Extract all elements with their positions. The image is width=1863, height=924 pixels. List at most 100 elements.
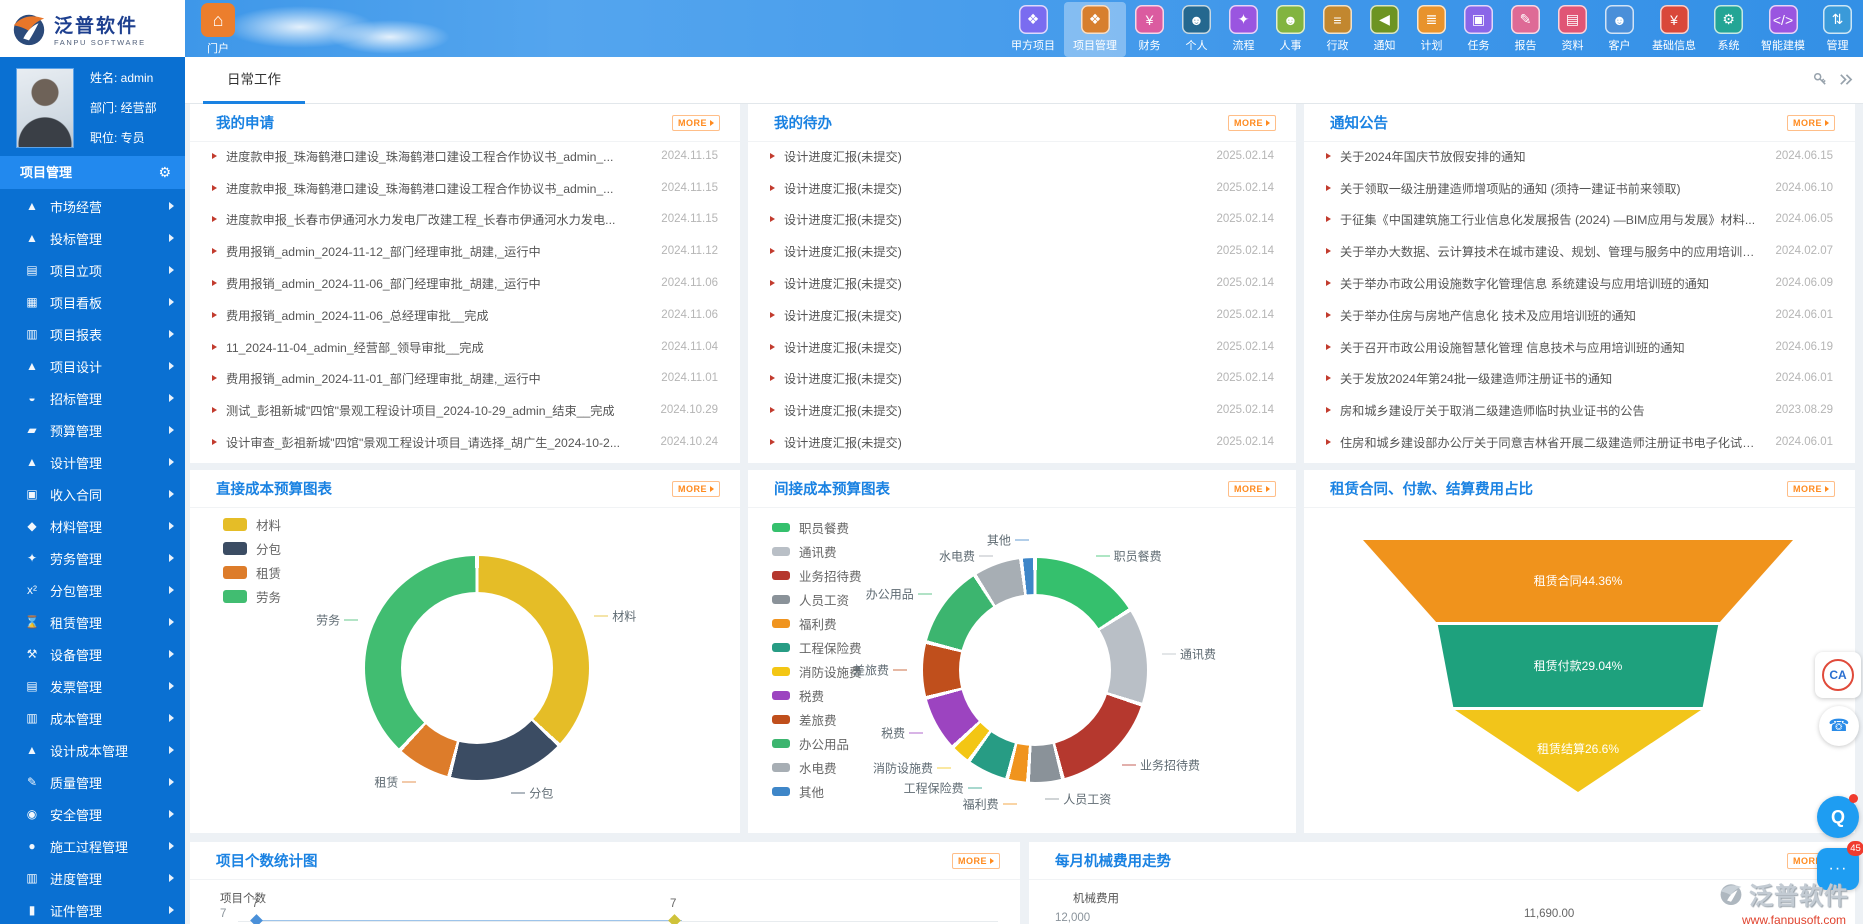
nav-item-计划[interactable]: ≣计划 bbox=[1408, 2, 1455, 57]
legend-item-其他[interactable]: 其他 bbox=[772, 782, 824, 801]
list-item[interactable]: 关于2024年国庆节放假安排的通知2024.06.15 bbox=[1320, 140, 1839, 172]
sidebar-item-市场经营[interactable]: ▲市场经营 bbox=[0, 190, 185, 222]
legend-item-通讯费[interactable]: 通讯费 bbox=[772, 542, 837, 561]
list-item[interactable]: 设计进度汇报(未提交)2025.02.14 bbox=[764, 204, 1280, 236]
nav-item-资料[interactable]: ▤资料 bbox=[1549, 2, 1596, 57]
more-button[interactable]: MORE bbox=[672, 115, 720, 131]
list-item[interactable]: 关于举办住房与房地产信息化 技术及应用培训班的通知2024.06.01 bbox=[1320, 299, 1839, 331]
more-button[interactable]: MORE bbox=[1787, 481, 1835, 497]
list-item[interactable]: 费用报销_admin_2024-11-12_部门经理审批_胡建,_运行中2024… bbox=[206, 235, 724, 267]
nav-item-任务[interactable]: ▣任务 bbox=[1455, 2, 1502, 57]
sidebar-item-项目看板[interactable]: ▦项目看板 bbox=[0, 286, 185, 318]
sidebar-item-预算管理[interactable]: ▰预算管理 bbox=[0, 414, 185, 446]
expand-icon[interactable] bbox=[1838, 72, 1853, 87]
sidebar-item-材料管理[interactable]: ◆材料管理 bbox=[0, 510, 185, 542]
nav-item-行政[interactable]: ≡行政 bbox=[1314, 2, 1361, 57]
contact-phone-button[interactable]: ☎ bbox=[1819, 706, 1859, 746]
more-button[interactable]: MORE bbox=[1228, 115, 1276, 131]
sidebar-item-招标管理[interactable]: ◒招标管理 bbox=[0, 382, 185, 414]
nav-item-流程[interactable]: ✦流程 bbox=[1220, 2, 1267, 57]
tab-daily-work[interactable]: 日常工作 bbox=[203, 57, 305, 104]
legend-item-职员餐费[interactable]: 职员餐费 bbox=[772, 518, 849, 537]
list-item[interactable]: 关于领取一级注册建造师增项贴的通知 (须持一建证书前来领取)2024.06.10 bbox=[1320, 172, 1839, 204]
sidebar-item-进度管理[interactable]: ▥进度管理 bbox=[0, 862, 185, 894]
sidebar-item-租赁管理[interactable]: ⌛租赁管理 bbox=[0, 606, 185, 638]
nav-item-甲方项目[interactable]: ❖甲方项目 bbox=[1002, 2, 1064, 57]
sidebar-item-发票管理[interactable]: ▤发票管理 bbox=[0, 670, 185, 702]
list-item[interactable]: 设计进度汇报(未提交)2025.02.14 bbox=[764, 235, 1280, 267]
list-item[interactable]: 设计进度汇报(未提交)2025.02.14 bbox=[764, 267, 1280, 299]
data-point-marker[interactable] bbox=[250, 914, 263, 924]
list-item[interactable]: 关于召开市政公用设施智慧化管理 信息技术与应用培训班的通知2024.06.19 bbox=[1320, 331, 1839, 363]
chat-service-button[interactable]: Q bbox=[1817, 796, 1859, 838]
sidebar-item-设计成本管理[interactable]: ▲设计成本管理 bbox=[0, 734, 185, 766]
key-icon[interactable] bbox=[1813, 72, 1828, 87]
list-item[interactable]: 关于举办大数据、云计算技术在城市建设、规划、管理与服务中的应用培训班...202… bbox=[1320, 235, 1839, 267]
list-item[interactable]: 设计进度汇报(未提交)2025.02.14 bbox=[764, 331, 1280, 363]
legend-item-消防设施费[interactable]: 消防设施费 bbox=[772, 662, 862, 681]
list-item[interactable]: 关于举办市政公用设施数字化管理信息 系统建设与应用培训班的通知2024.06.0… bbox=[1320, 267, 1839, 299]
more-button[interactable]: MORE bbox=[952, 853, 1000, 869]
nav-item-系统[interactable]: ⚙系统 bbox=[1705, 2, 1752, 57]
legend-item-租赁[interactable]: 租赁 bbox=[223, 563, 281, 582]
gear-icon[interactable]: ⚙ bbox=[158, 156, 171, 189]
list-item[interactable]: 住房和城乡建设部办公厅关于同意吉林省开展二级建造师注册证书电子化试点...202… bbox=[1320, 426, 1839, 458]
list-item[interactable]: 进度款申报_珠海鹤港口建设_珠海鹤港口建设工程合作协议书_admin_...20… bbox=[206, 172, 724, 204]
sidebar-item-投标管理[interactable]: ▲投标管理 bbox=[0, 222, 185, 254]
sidebar-item-成本管理[interactable]: ▥成本管理 bbox=[0, 702, 185, 734]
sidebar-item-施工过程管理[interactable]: ●施工过程管理 bbox=[0, 830, 185, 862]
list-item[interactable]: 设计审查_彭祖新城"四馆"景观工程设计项目_请选择_胡广生_2024-10-2.… bbox=[206, 426, 724, 458]
legend-item-税费[interactable]: 税费 bbox=[772, 686, 824, 705]
list-item[interactable]: 设计进度汇报(未提交)2025.02.14 bbox=[764, 394, 1280, 426]
list-item[interactable]: 11_2024-11-04_admin_经营部_领导审批__完成2024.11.… bbox=[206, 331, 724, 363]
sidebar-item-项目设计[interactable]: ▲项目设计 bbox=[0, 350, 185, 382]
legend-item-福利费[interactable]: 福利费 bbox=[772, 614, 837, 633]
legend-item-水电费[interactable]: 水电费 bbox=[772, 758, 837, 777]
legend-item-办公用品[interactable]: 办公用品 bbox=[772, 734, 849, 753]
list-item[interactable]: 关于发放2024年第24批一级建造师注册证书的通知2024.06.01 bbox=[1320, 363, 1839, 395]
sidebar-item-项目报表[interactable]: ▥项目报表 bbox=[0, 318, 185, 350]
sidebar-item-分包管理[interactable]: x²分包管理 bbox=[0, 574, 185, 606]
list-item[interactable]: 进度款申报_长春市伊通河水力发电厂改建工程_长春市伊通河水力发电...2024.… bbox=[206, 204, 724, 236]
legend-item-劳务[interactable]: 劳务 bbox=[223, 587, 281, 606]
sidebar-item-证件管理[interactable]: ▮证件管理 bbox=[0, 894, 185, 924]
sidebar-item-质量管理[interactable]: ✎质量管理 bbox=[0, 766, 185, 798]
legend-item-材料[interactable]: 材料 bbox=[223, 515, 281, 534]
nav-item-基础信息[interactable]: ¥基础信息 bbox=[1643, 2, 1705, 57]
nav-item-财务[interactable]: ¥财务 bbox=[1126, 2, 1173, 57]
legend-item-人员工资[interactable]: 人员工资 bbox=[772, 590, 849, 609]
legend-item-分包[interactable]: 分包 bbox=[223, 539, 281, 558]
list-item[interactable]: 进度款申报_珠海鹤港口建设_珠海鹤港口建设工程合作协议书_admin_...20… bbox=[206, 140, 724, 172]
nav-item-个人[interactable]: ☻个人 bbox=[1173, 2, 1220, 57]
funnel-segment-租赁合同[interactable]: 租赁合同44.36% bbox=[1363, 540, 1793, 622]
data-point-marker[interactable] bbox=[668, 914, 681, 924]
list-item[interactable]: 设计进度汇报(未提交)2025.02.14 bbox=[764, 426, 1280, 458]
list-item[interactable]: 费用报销_admin_2024-11-01_部门经理审批_胡建,_运行中2024… bbox=[206, 363, 724, 395]
nav-item-报告[interactable]: ✎报告 bbox=[1502, 2, 1549, 57]
funnel-segment-租赁结算[interactable]: 租赁结算26.6% bbox=[1363, 710, 1793, 792]
sidebar-item-安全管理[interactable]: ◉安全管理 bbox=[0, 798, 185, 830]
nav-item-人事[interactable]: ☻人事 bbox=[1267, 2, 1314, 57]
ca-seal-button[interactable]: CA bbox=[1815, 652, 1861, 698]
nav-item-通知[interactable]: ◀通知 bbox=[1361, 2, 1408, 57]
nav-item-智能建模[interactable]: </>智能建模 bbox=[1752, 2, 1814, 57]
list-item[interactable]: 设计进度汇报(未提交)2025.02.14 bbox=[764, 172, 1280, 204]
funnel-segment-租赁付款[interactable]: 租赁付款29.04% bbox=[1363, 625, 1793, 707]
legend-item-工程保险费[interactable]: 工程保险费 bbox=[772, 638, 862, 657]
list-item[interactable]: 设计进度汇报(未提交)2025.02.14 bbox=[764, 299, 1280, 331]
sidebar-item-劳务管理[interactable]: ✦劳务管理 bbox=[0, 542, 185, 574]
more-button[interactable]: MORE bbox=[672, 481, 720, 497]
sidebar-item-项目立项[interactable]: ▤项目立项 bbox=[0, 254, 185, 286]
legend-item-业务招待费[interactable]: 业务招待费 bbox=[772, 566, 862, 585]
more-button[interactable]: MORE bbox=[1228, 481, 1276, 497]
legend-item-差旅费[interactable]: 差旅费 bbox=[772, 710, 837, 729]
sidebar-item-设备管理[interactable]: ⚒设备管理 bbox=[0, 638, 185, 670]
list-item[interactable]: 费用报销_admin_2024-11-06_部门经理审批_胡建,_运行中2024… bbox=[206, 267, 724, 299]
sidebar-item-设计管理[interactable]: ▲设计管理 bbox=[0, 446, 185, 478]
list-item[interactable]: 于征集《中国建筑施工行业信息化发展报告 (2024) —BIM应用与发展》材料.… bbox=[1320, 204, 1839, 236]
sidebar-item-收入合同[interactable]: ▣收入合同 bbox=[0, 478, 185, 510]
list-item[interactable]: 设计进度汇报(未提交)2025.02.14 bbox=[764, 140, 1280, 172]
list-item[interactable]: 设计进度汇报(未提交)2025.02.14 bbox=[764, 363, 1280, 395]
list-item[interactable]: 房和城乡建设厅关于取消二级建造师临时执业证书的公告2023.08.29 bbox=[1320, 394, 1839, 426]
nav-item-客户[interactable]: ☻客户 bbox=[1596, 2, 1643, 57]
